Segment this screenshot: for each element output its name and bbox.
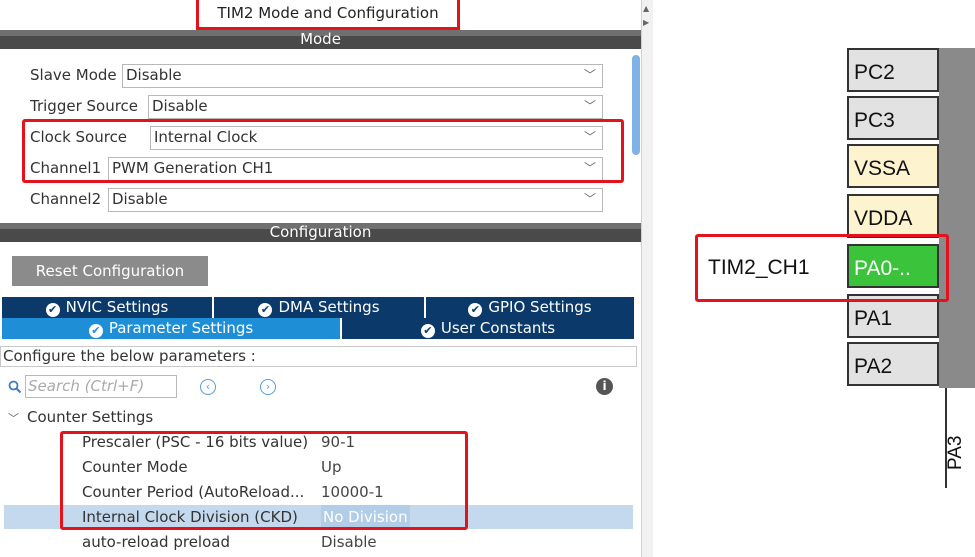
counter-settings-section[interactable]: ﹀ Counter Settings bbox=[8, 405, 153, 431]
chevron-down-icon: ﹀ bbox=[583, 68, 596, 82]
pin-vdda[interactable]: VDDA bbox=[847, 194, 939, 238]
tim2-config-panel: TIM2 Mode and Configuration Mode Slave M… bbox=[0, 0, 641, 557]
channel2-select[interactable]: Disable ﹀ bbox=[108, 188, 603, 212]
panel-title: TIM2 Mode and Configuration bbox=[196, 0, 460, 30]
trigger-source-row: Trigger Source Disable ﹀ bbox=[30, 95, 603, 119]
search-icon bbox=[8, 380, 22, 394]
search-next-icon[interactable]: › bbox=[260, 379, 276, 395]
channel2-row: Channel2 Disable ﹀ bbox=[30, 188, 603, 212]
chevron-down-icon: ﹀ bbox=[583, 99, 596, 113]
search-prev-icon[interactable]: ‹ bbox=[200, 379, 216, 395]
search-input[interactable]: Search (Ctrl+F) bbox=[25, 375, 177, 398]
tab-parameter-settings[interactable]: ✔ Parameter Settings bbox=[2, 318, 342, 339]
configuration-header: Configuration bbox=[0, 223, 641, 242]
collapse-arrow-icon: ▲ bbox=[643, 4, 650, 13]
chevron-down-icon: ﹀ bbox=[583, 192, 596, 206]
mode-scrollbar[interactable] bbox=[632, 55, 640, 155]
params-highlight-box bbox=[60, 431, 468, 530]
pin-pc2[interactable]: PC2 bbox=[847, 48, 939, 92]
tab-nvic-settings[interactable]: ✔ NVIC Settings bbox=[2, 297, 214, 318]
check-circle-icon: ✔ bbox=[420, 324, 435, 338]
chevron-down-icon: ﹀ bbox=[8, 412, 19, 425]
trigger-source-select[interactable]: Disable ﹀ bbox=[148, 95, 603, 119]
mode-highlight-box bbox=[22, 119, 624, 183]
panel-splitter[interactable]: ▲ ▶ bbox=[641, 0, 653, 557]
check-circle-icon: ✔ bbox=[45, 303, 60, 317]
mode-header: Mode bbox=[0, 30, 641, 49]
pin-pa3-partial[interactable]: PA3 bbox=[945, 435, 967, 470]
check-circle-icon: ✔ bbox=[468, 303, 483, 317]
pin-pa2[interactable]: PA2 bbox=[847, 342, 939, 386]
tab-gpio-settings[interactable]: ✔ GPIO Settings bbox=[426, 297, 634, 318]
chip-body bbox=[939, 48, 975, 388]
tab-user-constants[interactable]: ✔ User Constants bbox=[342, 318, 634, 339]
param-row-auto-reload[interactable]: auto-reload preload Disable bbox=[0, 530, 633, 554]
slave-mode-select[interactable]: Disable ﹀ bbox=[122, 64, 603, 88]
channel2-label: Channel2 bbox=[30, 190, 102, 208]
pin-pc3[interactable]: PC3 bbox=[847, 96, 939, 140]
pin-vssa[interactable]: VSSA bbox=[847, 144, 939, 188]
tab-dma-settings[interactable]: ✔ DMA Settings bbox=[214, 297, 426, 318]
slave-mode-row: Slave Mode Disable ﹀ bbox=[30, 64, 603, 88]
slave-mode-label: Slave Mode bbox=[30, 66, 117, 84]
expand-arrow-icon: ▶ bbox=[643, 18, 650, 27]
check-circle-icon: ✔ bbox=[88, 324, 103, 338]
check-circle-icon: ✔ bbox=[258, 303, 273, 317]
reset-configuration-button[interactable]: Reset Configuration bbox=[12, 256, 208, 286]
info-icon[interactable]: i bbox=[596, 378, 613, 395]
pin-highlight-box bbox=[695, 234, 949, 302]
configure-instructions: Configure the below parameters : bbox=[0, 346, 637, 367]
search-bar: Search (Ctrl+F) bbox=[8, 375, 178, 398]
trigger-source-label: Trigger Source bbox=[30, 97, 139, 115]
